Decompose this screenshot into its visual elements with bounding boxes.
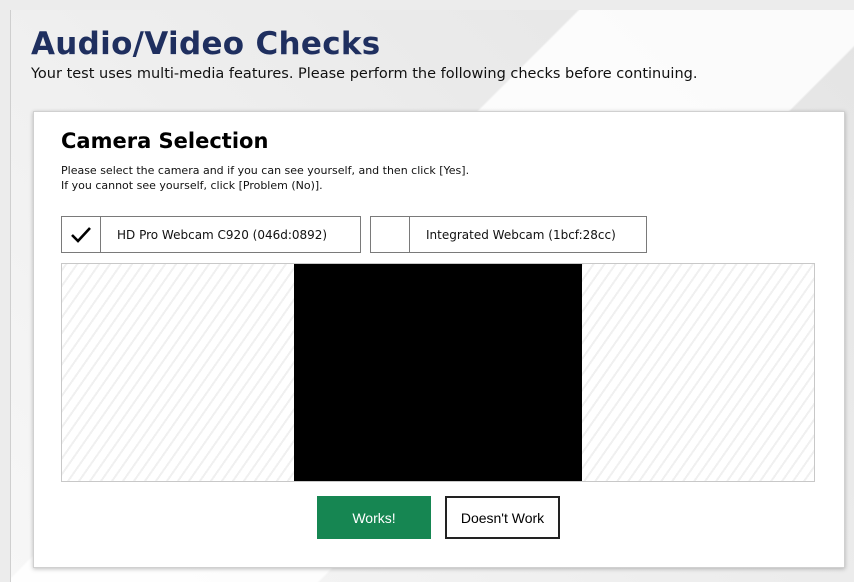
camera-selection-title: Camera Selection [61, 129, 269, 153]
page-subtitle: Your test uses multi-media features. Ple… [31, 66, 698, 82]
instruction-line-1: Please select the camera and if you can … [61, 164, 470, 177]
instruction-line-2: If you cannot see yourself, click [Probl… [61, 179, 323, 192]
page-title: Audio/Video Checks [31, 26, 381, 62]
camera-selection-panel: Camera Selection Please select the camer… [33, 111, 845, 568]
camera-option-label: HD Pro Webcam C920 (046d:0892) [117, 227, 328, 242]
camera-option-checkbox[interactable] [371, 217, 410, 252]
doesnt-work-button[interactable]: Doesn't Work [445, 496, 560, 539]
camera-video-feed [294, 264, 582, 481]
camera-option-hd-pro-webcam[interactable]: HD Pro Webcam C920 (046d:0892) [61, 216, 361, 253]
works-button[interactable]: Works! [317, 496, 431, 539]
checkmark-icon [71, 226, 91, 243]
camera-preview-area [61, 263, 815, 482]
camera-option-checkbox[interactable] [62, 217, 101, 252]
camera-option-integrated-webcam[interactable]: Integrated Webcam (1bcf:28cc) [370, 216, 647, 253]
camera-option-label: Integrated Webcam (1bcf:28cc) [426, 227, 616, 242]
